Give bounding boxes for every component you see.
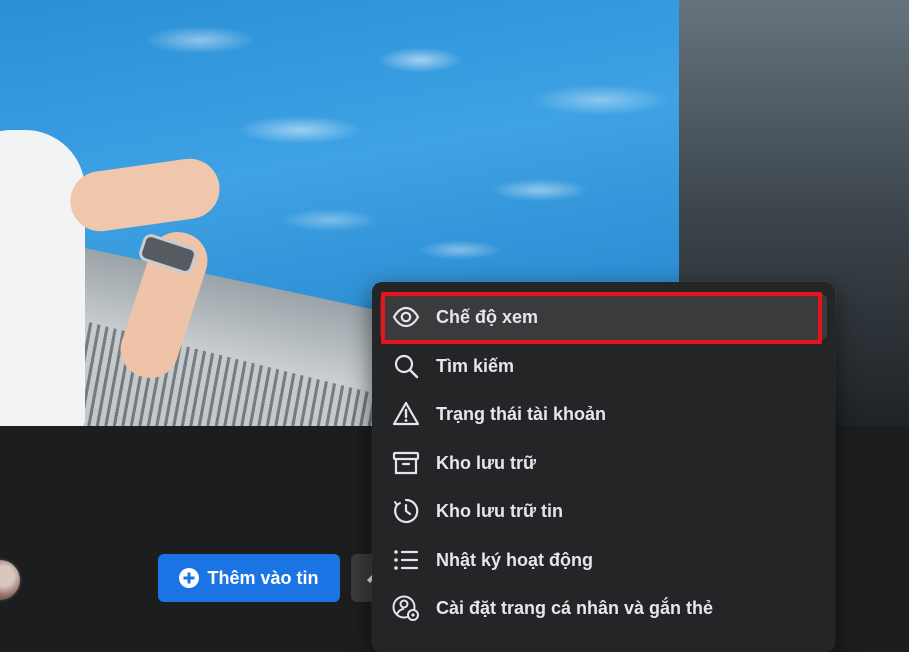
menu-item-search[interactable]: Tìm kiếm xyxy=(380,343,827,389)
plus-circle-icon xyxy=(179,568,200,588)
archive-box-icon xyxy=(392,451,420,475)
story-archive-clock-icon xyxy=(394,498,419,524)
add-story-button[interactable]: Thêm vào tin xyxy=(158,554,340,602)
menu-item-account-status[interactable]: Trạng thái tài khoản xyxy=(380,391,827,437)
menu-item-profile-tagging-settings[interactable]: Cài đặt trang cá nhân và gắn thẻ xyxy=(380,585,827,631)
menu-item-view-as[interactable]: Chế độ xem xyxy=(380,294,827,340)
menu-item-label: Tìm kiếm xyxy=(436,356,515,376)
person-arm-image-detail xyxy=(66,154,224,236)
profile-options-menu: Chế độ xem Tìm kiếm Trạng thái tài khoản… xyxy=(372,282,835,652)
eye-icon xyxy=(392,306,420,328)
menu-item-label: Nhật ký hoạt động xyxy=(436,550,593,570)
add-story-label: Thêm vào tin xyxy=(207,567,319,588)
person-shirt-image-detail xyxy=(0,130,85,426)
search-icon xyxy=(394,354,419,379)
profile-settings-icon xyxy=(392,595,419,621)
menu-item-story-archive[interactable]: Kho lưu trữ tin xyxy=(380,488,827,534)
menu-item-archive[interactable]: Kho lưu trữ xyxy=(380,440,827,486)
menu-item-label: Cài đặt trang cá nhân và gắn thẻ xyxy=(436,598,714,618)
menu-item-activity-log[interactable]: Nhật ký hoạt động xyxy=(380,537,827,583)
menu-item-label: Kho lưu trữ tin xyxy=(436,501,564,521)
list-icon xyxy=(394,550,419,570)
menu-item-label: Kho lưu trữ xyxy=(436,453,537,473)
menu-item-label: Chế độ xem xyxy=(436,307,539,327)
menu-item-label: Trạng thái tài khoản xyxy=(436,404,607,424)
warning-triangle-icon xyxy=(392,401,420,426)
